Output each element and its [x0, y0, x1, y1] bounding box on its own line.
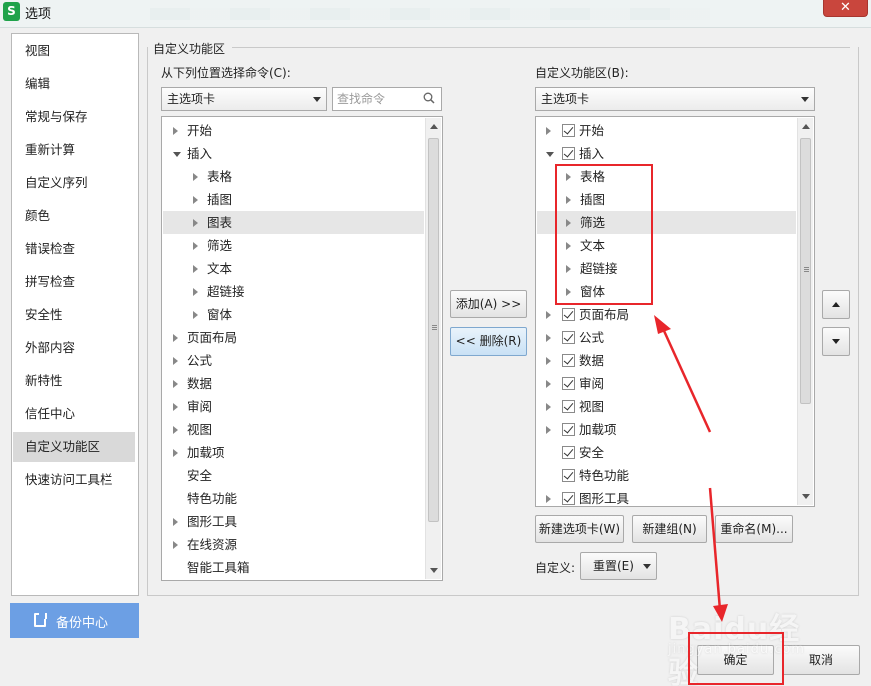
- arrowhead-up-icon: [654, 315, 671, 334]
- arrow-to-ok: [708, 487, 722, 611]
- arrow-to-subgroups: [658, 321, 712, 433]
- arrowhead-down-icon: [713, 604, 728, 622]
- annotation-arrows: [654, 315, 728, 622]
